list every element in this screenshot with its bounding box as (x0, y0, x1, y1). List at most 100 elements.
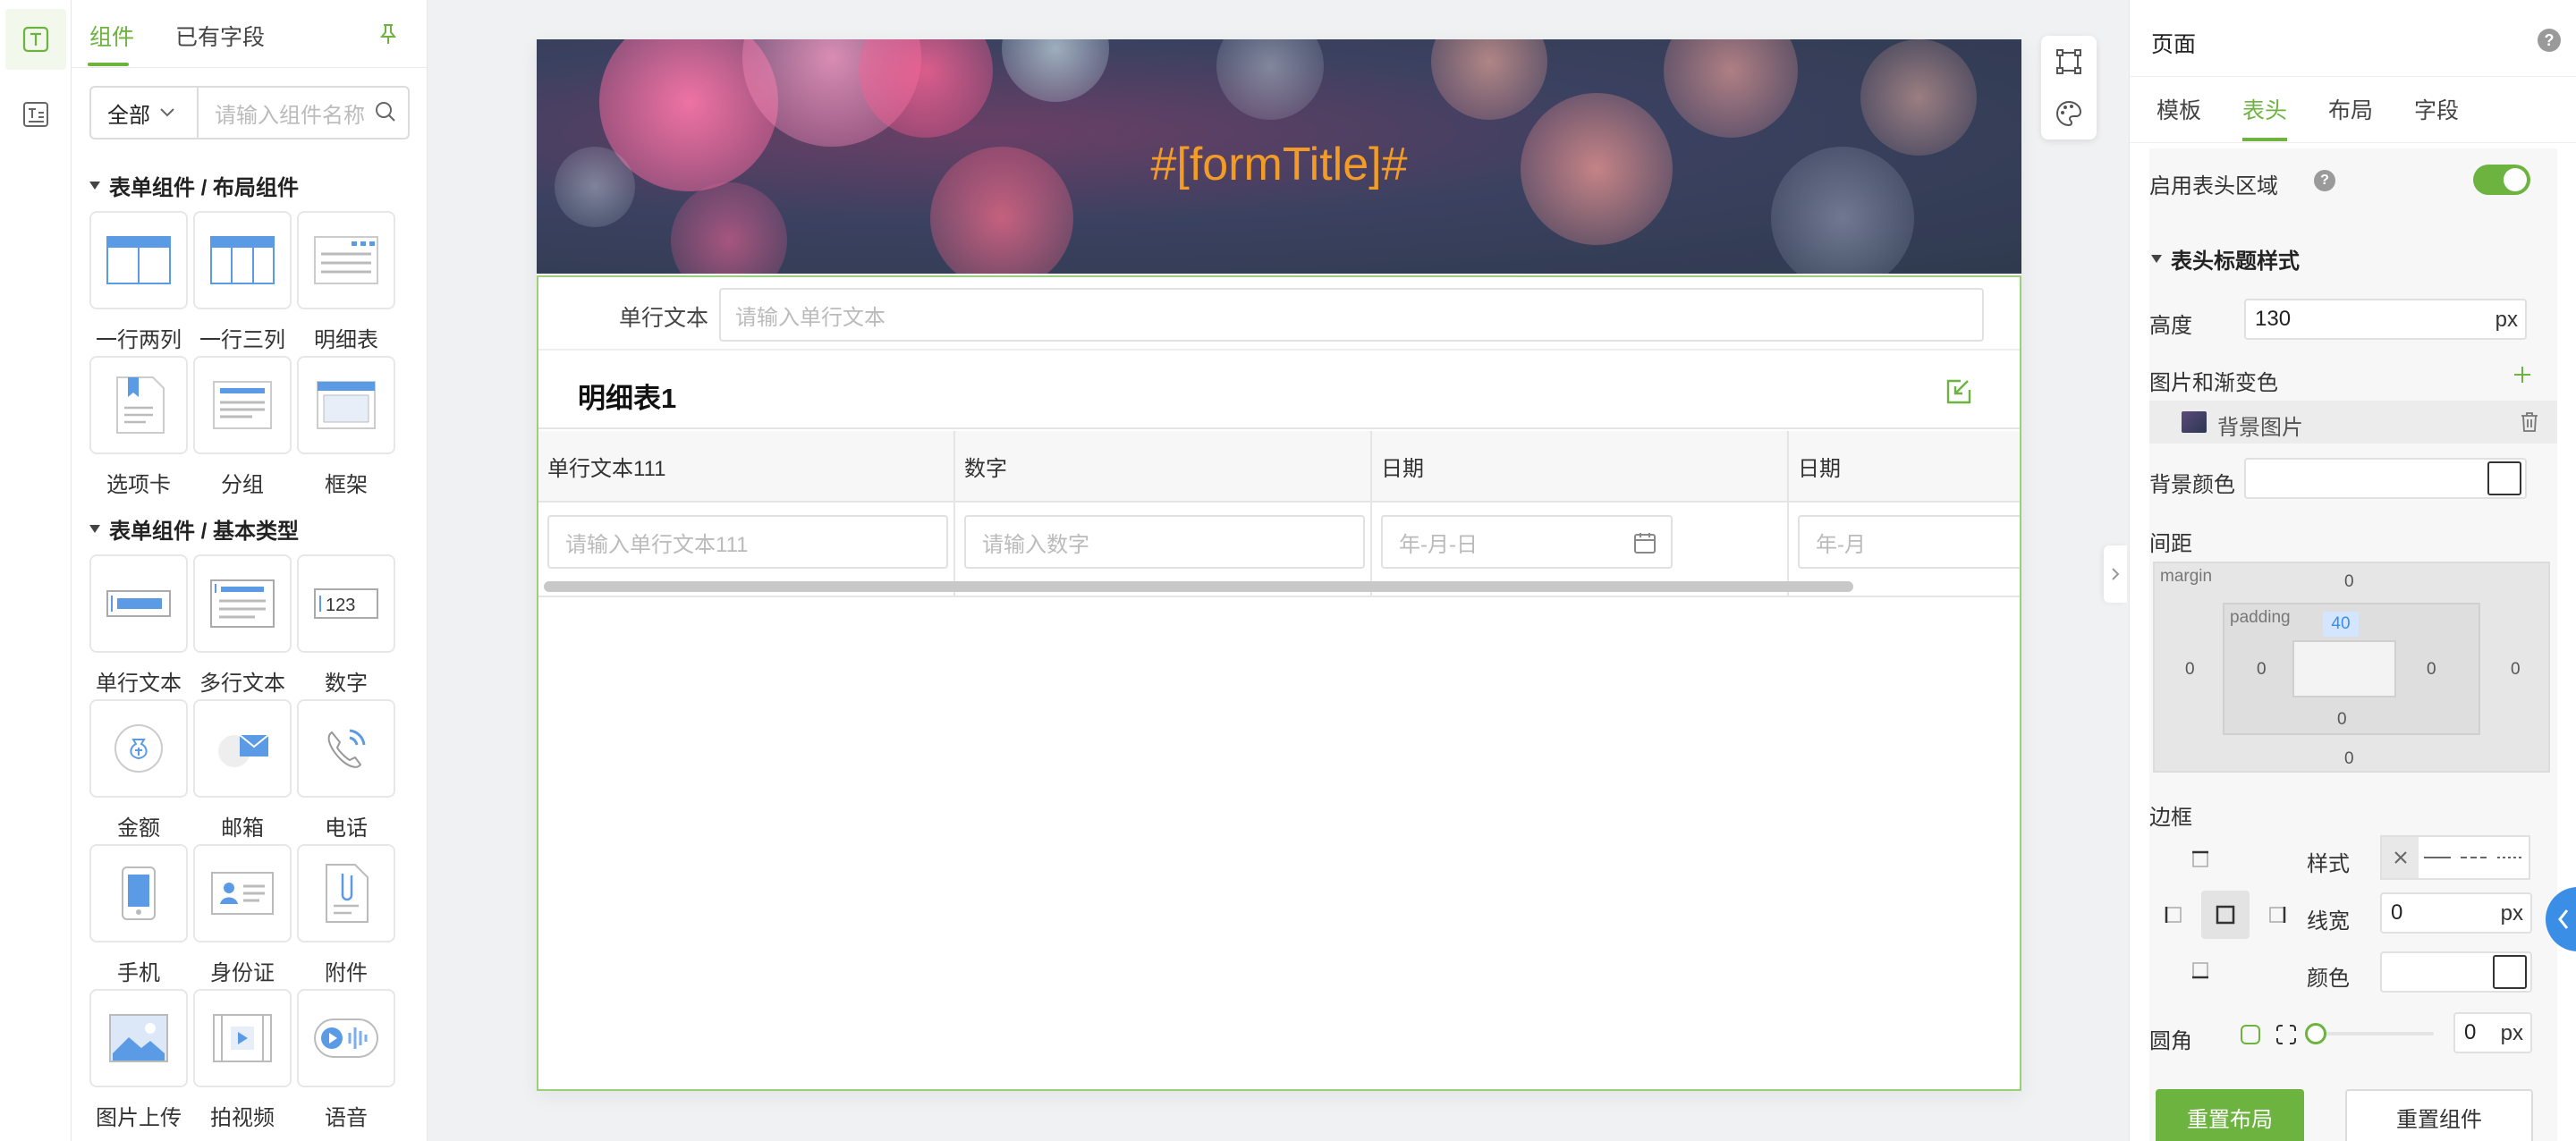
calendar-icon[interactable] (1633, 531, 1657, 554)
tile-label: 身份证 (210, 961, 275, 985)
tile-single-text[interactable]: 单行文本 (89, 554, 188, 697)
tile-video[interactable]: 拍视频 (193, 989, 292, 1131)
detail-table-header[interactable]: 明细表1 (538, 352, 2020, 429)
form-header-background[interactable]: #[formTitle]# (537, 39, 2021, 274)
tile-frame[interactable]: 框架 (297, 356, 395, 498)
line-width-input[interactable]: 0 px (2380, 892, 2532, 934)
help-icon[interactable]: ? (2314, 170, 2335, 191)
padding-bottom-value[interactable]: 0 (2337, 710, 2347, 730)
tab-header[interactable]: 表头 (2242, 93, 2287, 125)
height-input[interactable]: 130 px (2244, 299, 2527, 340)
radius-individual-icon[interactable] (2275, 1023, 2298, 1046)
section-layout-components[interactable]: 表单组件 / 布局组件 (89, 170, 299, 201)
tab-existing-fields[interactable]: 已有字段 (175, 20, 265, 52)
margin-left-value[interactable]: 0 (2185, 660, 2195, 680)
padding-top-value[interactable]: 40 (2323, 612, 2359, 637)
border-all-icon[interactable] (2201, 891, 2250, 939)
tile-number[interactable]: 123 数字 (297, 554, 395, 697)
horizontal-scrollbar[interactable] (544, 581, 1853, 592)
border-none-icon[interactable] (2382, 837, 2419, 878)
tab-fields[interactable]: 字段 (2414, 93, 2459, 125)
color-swatch[interactable] (2493, 955, 2527, 989)
radius-slider-handle[interactable] (2305, 1023, 2326, 1044)
reset-components-button[interactable]: 重置组件 (2345, 1089, 2533, 1141)
help-icon[interactable]: ? (2538, 29, 2561, 52)
image-gradient-label: 图片和渐变色 (2149, 371, 2278, 395)
component-search-input[interactable]: 请输入组件名称 (199, 88, 408, 138)
column-input[interactable]: 请输入数字 (964, 515, 1365, 569)
border-style-selector (2380, 835, 2530, 880)
color-swatch[interactable] (2487, 461, 2521, 495)
form-list-icon[interactable] (5, 84, 66, 145)
tile-image-upload[interactable]: 图片上传 (89, 989, 188, 1131)
radius-slider-track[interactable] (2309, 1032, 2434, 1035)
input-placeholder: 年-月 (1816, 532, 1866, 557)
border-dashed-icon[interactable] (2455, 837, 2492, 878)
border-right-icon[interactable] (2253, 891, 2301, 939)
tab-layout[interactable]: 布局 (2328, 93, 2373, 125)
enable-header-toggle[interactable] (2473, 165, 2530, 195)
background-thumbnail (2182, 411, 2207, 433)
tile-amount[interactable]: 金额 (89, 699, 188, 841)
single-text-row[interactable]: 单行文本 请输入单行文本 (538, 277, 2020, 351)
tile-tabs[interactable]: 选项卡 (89, 356, 188, 498)
section-basic-components[interactable]: 表单组件 / 基本类型 (89, 513, 299, 545)
reset-layout-button[interactable]: 重置布局 (2156, 1089, 2304, 1141)
border-color-label: 颜色 (2307, 967, 2350, 991)
tile-phone[interactable]: 电话 (297, 699, 395, 841)
radius-uniform-icon[interactable] (2239, 1023, 2262, 1046)
number-icon: 123 (297, 554, 395, 653)
tile-voice[interactable]: 语音 (297, 989, 395, 1131)
border-color-input[interactable] (2380, 951, 2532, 993)
tab-template[interactable]: 模板 (2157, 93, 2201, 125)
section-title-style[interactable]: 表头标题样式 (2151, 243, 2300, 275)
tile-mobile[interactable]: 手机 (89, 844, 188, 986)
panel-collapse-handle[interactable] (2104, 545, 2127, 603)
category-select[interactable]: 全部 (91, 88, 199, 138)
tile-three-columns[interactable]: 一行三列 (193, 211, 292, 353)
tile-detail-table[interactable]: 明细表 (297, 211, 395, 353)
column-input[interactable]: 请输入单行文本111 (547, 515, 948, 569)
form-title[interactable]: #[formTitle]# (537, 138, 2021, 191)
margin-right-value[interactable]: 0 (2511, 660, 2521, 680)
tile-id-card[interactable]: 身份证 (193, 844, 292, 986)
background-image-item[interactable]: 背景图片 (2149, 401, 2557, 444)
padding-left-value[interactable]: 0 (2257, 660, 2267, 680)
border-left-icon[interactable] (2149, 891, 2198, 939)
radius-input[interactable]: 0 px (2453, 1012, 2532, 1053)
margin-top-value[interactable]: 0 (2344, 572, 2354, 592)
two-columns-icon (89, 211, 188, 309)
trash-icon[interactable] (2520, 411, 2539, 433)
border-bottom-icon[interactable] (2176, 946, 2224, 994)
month-input[interactable]: 年-月 (1798, 515, 2020, 569)
tab-components[interactable]: 组件 (89, 20, 134, 52)
search-icon[interactable] (374, 100, 397, 123)
background-color-input[interactable] (2244, 458, 2527, 499)
chevron-right-icon (2112, 568, 2120, 580)
edit-checkbox-icon[interactable] (1945, 377, 1973, 406)
form-canvas[interactable]: #[formTitle]# 单行文本 请输入单行文本 明细表1 单行文本111 … (537, 39, 2021, 1091)
tile-label: 金额 (117, 816, 160, 841)
tile-group[interactable]: 分组 (193, 356, 292, 498)
input-placeholder: 年-月-日 (1399, 532, 1478, 557)
border-solid-icon[interactable] (2419, 837, 2455, 878)
pin-icon[interactable] (376, 21, 402, 48)
tile-attachment[interactable]: 附件 (297, 844, 395, 986)
text-component-icon[interactable] (5, 9, 66, 70)
tile-two-columns[interactable]: 一行两列 (89, 211, 188, 353)
margin-bottom-value[interactable]: 0 (2344, 749, 2354, 769)
input-placeholder: 请输入单行文本 (735, 305, 886, 330)
select-area-icon[interactable] (2041, 36, 2097, 88)
padding-right-value[interactable]: 0 (2427, 660, 2436, 680)
border-top-icon[interactable] (2176, 835, 2224, 883)
tabs-icon (89, 356, 188, 454)
tile-email[interactable]: 邮箱 (193, 699, 292, 841)
date-input[interactable]: 年-月-日 (1381, 515, 1673, 569)
palette-icon[interactable] (2041, 88, 2097, 139)
tile-label: 一行三列 (199, 328, 285, 352)
plus-icon[interactable] (2512, 365, 2532, 385)
border-dotted-icon[interactable] (2492, 837, 2529, 878)
tile-multi-text[interactable]: 多行文本 (193, 554, 292, 697)
tile-label: 图片上传 (96, 1106, 182, 1130)
single-text-input[interactable]: 请输入单行文本 (719, 288, 1984, 342)
